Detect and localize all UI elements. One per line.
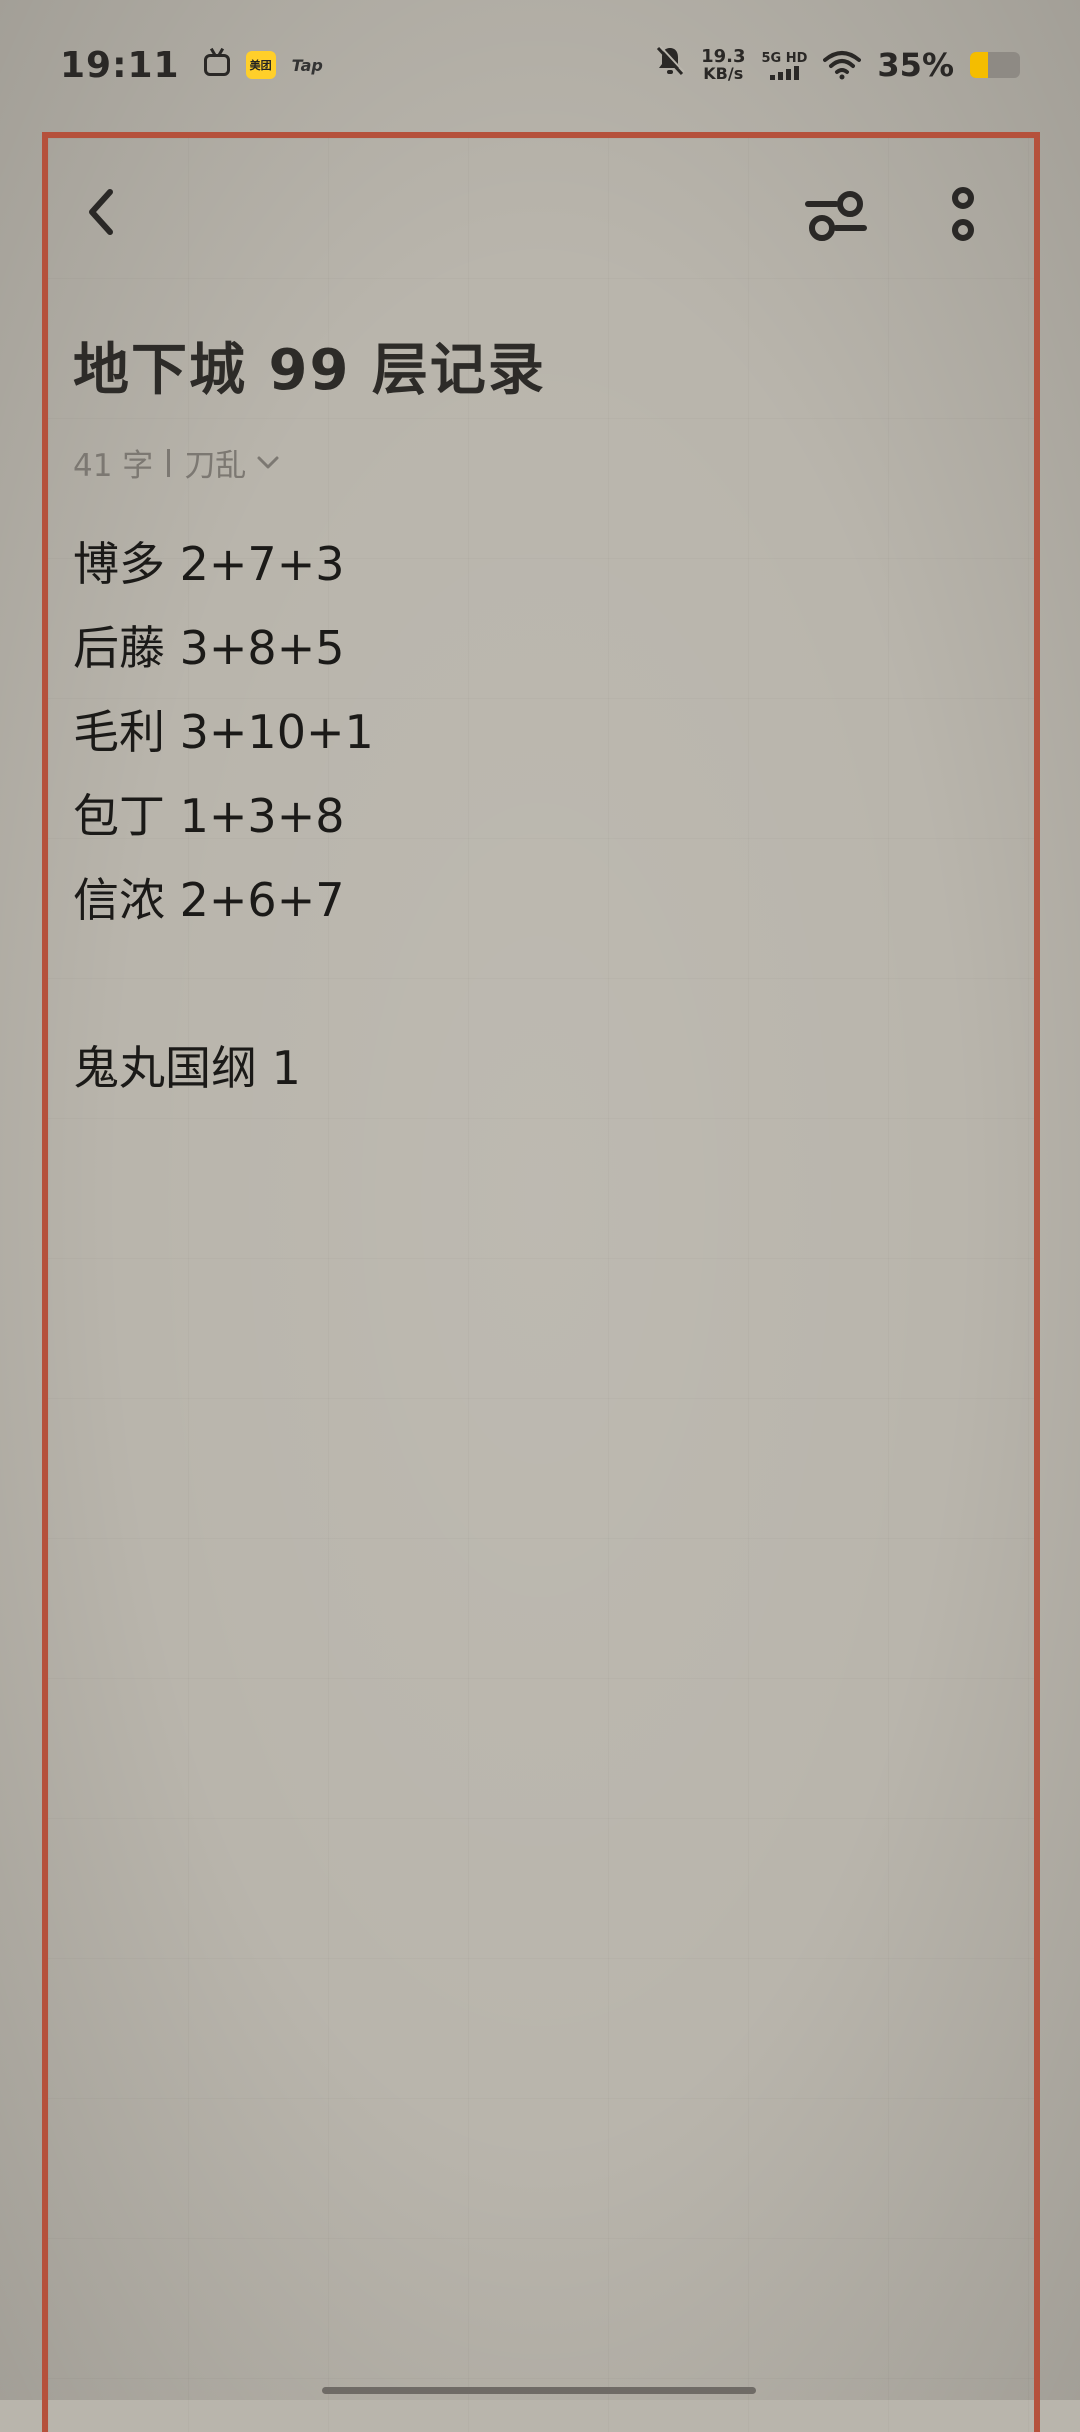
bell-off-icon (655, 45, 685, 85)
note-toolbar (48, 170, 1034, 260)
wifi-icon (823, 50, 862, 80)
signal-bar (793, 65, 799, 80)
battery-percent: 35% (877, 46, 954, 84)
folder-selector[interactable]: 刀乱 (184, 440, 280, 485)
chevron-down-icon (257, 456, 279, 468)
sliders-icon (805, 191, 867, 241)
note-line: 包丁 1+3+8 (73, 789, 345, 843)
note-body[interactable]: 博多 2+7+3 后藤 3+8+5 毛利 3+10+1 包丁 1+3+8 信浓 … (73, 522, 374, 1110)
note-line: 毛利 3+10+1 (73, 705, 374, 759)
note-title[interactable]: 地下城 99 层记录 (73, 325, 546, 406)
note-line: 博多 2+7+3 (73, 537, 345, 591)
filter-button[interactable] (800, 180, 872, 252)
signal-bars-icon (769, 65, 799, 80)
home-indicator[interactable] (322, 2387, 756, 2394)
word-count: 41 字 (73, 448, 154, 484)
cellular-signal: 5G HD (761, 51, 807, 80)
meituan-app-icon: 美团 (245, 51, 276, 79)
chevron-left-icon (89, 189, 113, 235)
note-line: 鬼丸国纲 1 (73, 1041, 301, 1095)
signal-bar (777, 71, 783, 80)
back-button[interactable] (72, 182, 132, 242)
note-line-blank (73, 942, 374, 1026)
more-options-button[interactable] (928, 180, 998, 252)
note-line: 信浓 2+6+7 (73, 873, 345, 927)
network-type-label: 5G HD (761, 50, 808, 66)
network-speed-unit: KB/s (703, 64, 744, 83)
tap-app-icon: Tap (291, 55, 323, 75)
folder-name: 刀乱 (184, 448, 247, 484)
status-right: 19.3 KB/s 5G HD 35% (655, 45, 1020, 85)
status-left: 19:11 美团 Tap (60, 45, 323, 86)
status-bar: 19:11 美团 Tap 19.3 KB/s 5G HD 35% (0, 0, 1080, 130)
status-time: 19:11 (60, 44, 180, 86)
note-line: 后藤 3+8+5 (73, 621, 345, 675)
vertical-dots-icon (952, 187, 974, 241)
signal-bar (769, 74, 775, 80)
network-speed: 19.3 KB/s (701, 48, 745, 82)
tv-app-icon (203, 54, 230, 76)
battery-icon (970, 52, 1020, 78)
signal-bar (785, 68, 791, 80)
note-meta: 41 字 刀乱 (73, 440, 280, 485)
battery-fill (970, 52, 988, 78)
meta-divider (167, 448, 171, 477)
